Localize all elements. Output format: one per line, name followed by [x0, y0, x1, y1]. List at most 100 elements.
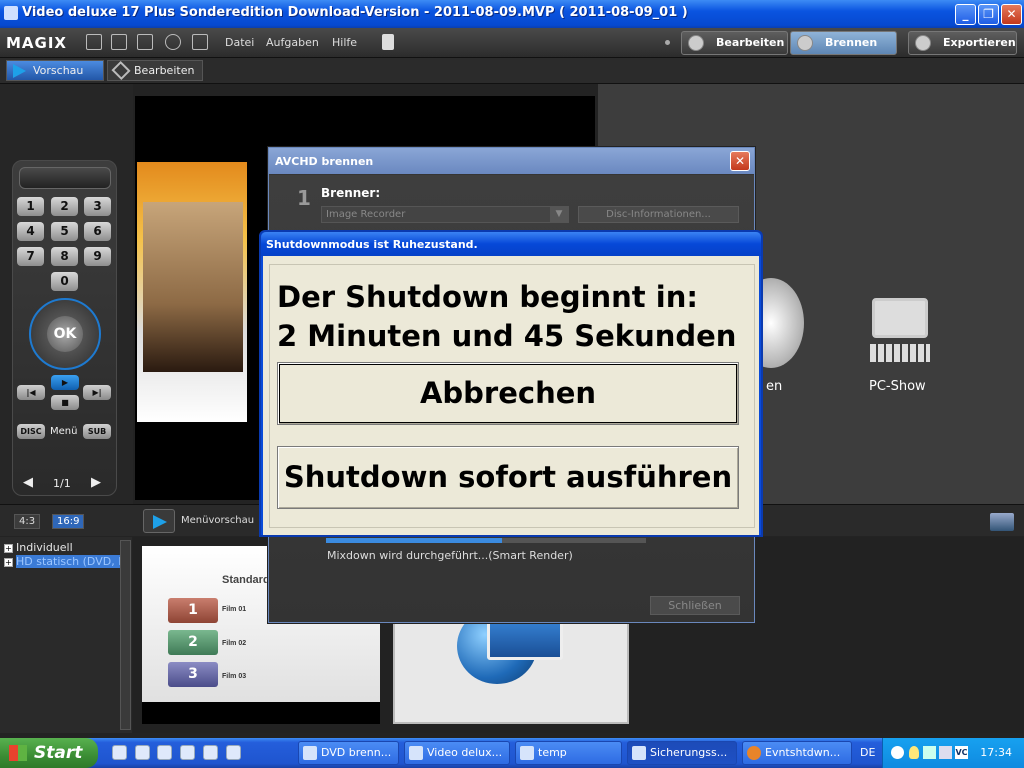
abbrechen-button[interactable]: Abbrechen: [277, 362, 739, 425]
minimize-button[interactable]: _: [955, 4, 976, 25]
mixdown-progress-fill: [326, 538, 502, 543]
clock: 17:34: [980, 746, 1012, 759]
key-9[interactable]: 9: [84, 247, 111, 266]
ok-button[interactable]: OK: [47, 316, 83, 352]
recorder-select[interactable]: Image Recorder ▼: [321, 206, 569, 223]
printer-icon[interactable]: [990, 513, 1014, 531]
menu-preview-image: [137, 162, 247, 422]
quicklaunch-icon-4[interactable]: [180, 745, 195, 760]
aspect-4-3[interactable]: 4:3: [14, 514, 41, 529]
disc-button[interactable]: DISC: [17, 424, 45, 439]
pc-show-icon[interactable]: [870, 298, 930, 364]
quicklaunch-icon-6[interactable]: [226, 745, 241, 760]
mixdown-progress-track: [326, 538, 646, 543]
task-label: temp: [538, 746, 567, 759]
tab-vorschau[interactable]: Vorschau: [6, 60, 104, 81]
sub-toolbar: Vorschau Bearbeiten: [0, 58, 1024, 84]
start-label: Start: [34, 743, 83, 763]
recorder-value: Image Recorder: [326, 209, 406, 220]
stop-icon[interactable]: ■: [51, 395, 79, 410]
avchd-close-button[interactable]: ✕: [730, 151, 750, 171]
task-label: Video delux...: [427, 746, 503, 759]
tree-scrollbar[interactable]: [120, 540, 131, 730]
save-icon[interactable]: [137, 34, 153, 50]
tab-vorschau-label: Vorschau: [33, 64, 84, 77]
open-folder-icon[interactable]: [111, 34, 127, 50]
key-6[interactable]: 6: [84, 222, 111, 241]
shutdown-now-button[interactable]: Shutdown sofort ausführen: [277, 446, 739, 509]
key-1[interactable]: 1: [17, 197, 44, 216]
key-0[interactable]: 0: [51, 272, 78, 291]
quicklaunch-icon-1[interactable]: [112, 745, 127, 760]
task-temp[interactable]: temp: [515, 741, 622, 765]
task-sicherungs[interactable]: Sicherungss...: [627, 741, 737, 765]
pc-show-label[interactable]: PC-Show: [869, 379, 926, 394]
menu-hilfe[interactable]: Hilfe: [332, 36, 357, 49]
remote-control: 1 2 3 4 5 6 7 8 9 0 OK |◀ ▶ ■ ▶| DISC Me…: [12, 160, 117, 496]
menu-preview-play-button[interactable]: [143, 509, 175, 533]
film-label-3: Film 03: [222, 673, 247, 680]
tray-icon-3[interactable]: [939, 746, 952, 759]
avchd-title-bar: AVCHD brennen ✕: [269, 148, 754, 174]
tray-expand-icon[interactable]: [891, 746, 904, 759]
burn-option-label[interactable]: en: [766, 379, 782, 394]
template-tree: + Individuell + HD statisch (DVD, B: [0, 537, 132, 733]
prev-icon[interactable]: |◀: [17, 385, 45, 400]
template-tile-2: 2: [168, 630, 218, 655]
key-5[interactable]: 5: [51, 222, 78, 241]
menu-datei[interactable]: Datei: [225, 36, 254, 49]
schliessen-button[interactable]: Schließen: [650, 596, 740, 615]
info-icon[interactable]: [382, 34, 394, 50]
windows-logo-icon: [9, 745, 27, 761]
help-question-icon[interactable]: [192, 34, 208, 50]
network-icon[interactable]: [923, 746, 936, 759]
lightbulb-icon[interactable]: [909, 746, 919, 759]
shutdown-message: Der Shutdown beginnt in: 2 Minuten und 4…: [277, 278, 736, 356]
task-evntshtdwn[interactable]: Evntshtdwn...: [742, 741, 852, 765]
title-bar: Video deluxe 17 Plus Sonderedition Downl…: [0, 0, 1024, 28]
new-file-icon[interactable]: [86, 34, 102, 50]
disc-info-button[interactable]: Disc-Informationen...: [578, 206, 739, 223]
folder-icon[interactable]: [157, 745, 172, 760]
arrow-left-icon[interactable]: ◀: [23, 475, 33, 490]
sub-button[interactable]: SUB: [83, 424, 111, 439]
language-indicator[interactable]: DE: [860, 746, 875, 759]
wrench-icon: [111, 60, 131, 81]
start-button[interactable]: Start: [0, 738, 98, 768]
menu-button[interactable]: Menü: [50, 426, 77, 437]
tab-bearbeiten[interactable]: Bearbeiten: [107, 60, 203, 81]
task-dvd-brennen[interactable]: DVD brenn...: [298, 741, 399, 765]
key-4[interactable]: 4: [17, 222, 44, 241]
mode-exportieren-label: Exportieren: [943, 36, 1016, 49]
mode-brennen-button[interactable]: Brennen: [790, 31, 897, 55]
brenner-label: Brenner:: [321, 186, 381, 200]
key-3[interactable]: 3: [84, 197, 111, 216]
aspect-16-9[interactable]: 16:9: [52, 514, 85, 529]
maximize-button[interactable]: ❐: [978, 4, 999, 25]
window-title: Video deluxe 17 Plus Sonderedition Downl…: [22, 5, 688, 20]
chevron-down-icon[interactable]: ▼: [550, 207, 568, 222]
template-tile-3: 3: [168, 662, 218, 687]
quicklaunch-icon-5[interactable]: [203, 745, 218, 760]
key-2[interactable]: 2: [51, 197, 78, 216]
settings-gear-icon[interactable]: [165, 34, 181, 50]
key-7[interactable]: 7: [17, 247, 44, 266]
mode-exportieren-button[interactable]: Exportieren: [908, 31, 1017, 55]
mode-bearbeiten-button[interactable]: Bearbeiten: [681, 31, 788, 55]
internet-explorer-icon[interactable]: [135, 745, 150, 760]
close-button[interactable]: ✕: [1001, 4, 1022, 25]
key-8[interactable]: 8: [51, 247, 78, 266]
play-button-icon[interactable]: ▶: [51, 375, 79, 390]
arrow-right-icon[interactable]: ▶: [91, 475, 101, 490]
task-label: Sicherungss...: [650, 746, 728, 759]
menu-aufgaben[interactable]: Aufgaben: [266, 36, 319, 49]
tree-item-individuell[interactable]: + Individuell: [4, 541, 73, 554]
avchd-title: AVCHD brennen: [275, 155, 374, 168]
tree-item-hd-statisch[interactable]: + HD statisch (DVD, B: [4, 555, 126, 568]
next-icon[interactable]: ▶|: [83, 385, 111, 400]
taskbar: Start DVD brenn... Video delux... temp S…: [0, 738, 1024, 768]
app-icon: [4, 6, 18, 20]
task-video-deluxe[interactable]: Video delux...: [404, 741, 510, 765]
menu-preview-label: Menüvorschau: [181, 515, 255, 526]
tray-icon-vc[interactable]: VC: [955, 746, 968, 759]
